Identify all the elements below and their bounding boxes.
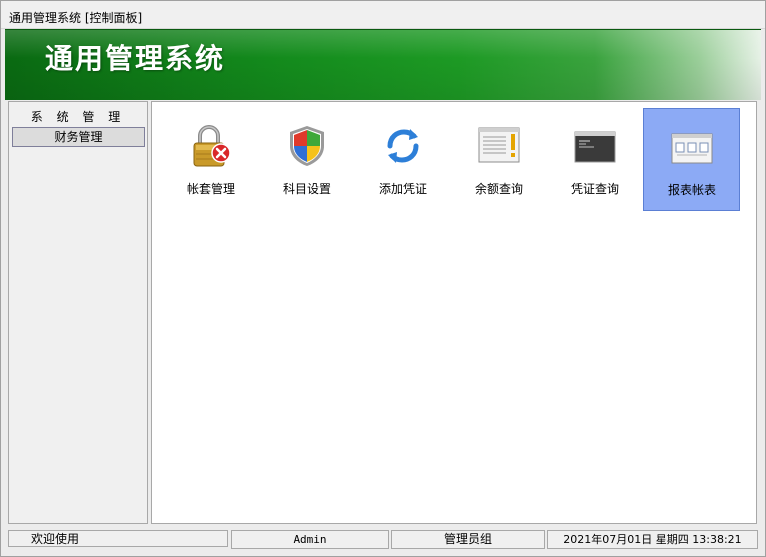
tile-subject-settings[interactable]: 科目设置 xyxy=(259,108,355,208)
sidebar: 系 统 管 理 财务管理 xyxy=(8,101,148,524)
tile-label: 凭证查询 xyxy=(570,182,619,196)
tile-account-set[interactable]: 帐套管理 xyxy=(163,108,259,208)
status-welcome: 欢迎使用 xyxy=(8,530,228,547)
tile-label: 科目设置 xyxy=(282,182,331,196)
padlock-remove-icon xyxy=(193,125,231,167)
tile-balance-query[interactable]: 余额查询 xyxy=(451,108,547,208)
sidebar-item-finance[interactable]: 财务管理 xyxy=(12,127,145,147)
refresh-arrows-icon xyxy=(387,129,419,163)
control-panel-area: 帐套管理 科目设置 添加凭证 余额查询 凭证查询 报表帐表 xyxy=(151,101,757,524)
terminal-window-icon xyxy=(574,131,616,163)
shield-icon xyxy=(290,126,324,166)
status-datetime: 2021年07月01日 星期四 13:38:21 xyxy=(547,530,758,549)
status-group: 管理员组 xyxy=(391,530,545,549)
tile-label: 报表帐表 xyxy=(667,183,716,197)
tile-label: 添加凭证 xyxy=(378,182,427,196)
notice-document-icon xyxy=(478,127,520,163)
report-window-icon xyxy=(671,133,713,164)
header-banner: 通用管理系统 xyxy=(5,29,761,100)
tile-label: 余额查询 xyxy=(474,182,523,196)
app-title: 通用管理系统 xyxy=(45,42,226,75)
status-user: Admin xyxy=(231,530,389,549)
tile-report-ledger[interactable]: 报表帐表 xyxy=(643,108,740,211)
tile-voucher-query[interactable]: 凭证查询 xyxy=(547,108,643,208)
status-bar: 欢迎使用 Admin 管理员组 2021年07月01日 星期四 13:38:21 xyxy=(1,527,765,553)
tile-add-voucher[interactable]: 添加凭证 xyxy=(355,108,451,208)
title-bar[interactable]: 通用管理系统 [控制面板] xyxy=(1,1,765,29)
window-title: 通用管理系统 [控制面板] xyxy=(9,11,143,25)
app-window: 通用管理系统 [控制面板] 通用管理系统 系 统 管 理 财务管理 帐套管理 科… xyxy=(0,0,766,557)
sidebar-category-system[interactable]: 系 统 管 理 xyxy=(9,108,147,125)
tile-label: 帐套管理 xyxy=(186,182,235,196)
